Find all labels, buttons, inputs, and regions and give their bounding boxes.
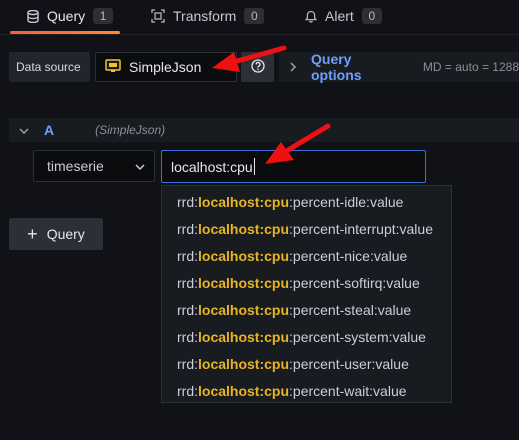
chevron-right-icon — [289, 59, 297, 75]
query-datasource-name: (SimpleJson) — [95, 123, 166, 137]
datasource-help-button[interactable] — [241, 52, 274, 82]
chevron-down-icon — [135, 158, 145, 174]
suggestion-dropdown: rrd: localhost:cpu:percent-idle:value rrd… — [161, 185, 452, 403]
tab-transform-label: Transform — [173, 8, 237, 24]
target-input[interactable]: localhost:cpu — [161, 150, 426, 183]
database-icon — [27, 9, 39, 23]
query-row-header[interactable]: A (SimpleJson) — [9, 118, 519, 142]
target-input-value: localhost:cpu — [171, 158, 253, 175]
tab-query[interactable]: Query 1 — [27, 0, 114, 32]
suggestion-item[interactable]: rrd: localhost:cpu:percent-steal:value — [162, 296, 451, 323]
query-options-summary: MD = auto = 1288 — [422, 60, 519, 74]
suggestion-item[interactable]: rrd: localhost:cpu:percent-idle:value — [162, 188, 451, 215]
text-caret — [253, 158, 255, 175]
datasource-selected: SimpleJson — [129, 59, 202, 75]
active-tab-indicator — [10, 31, 120, 34]
query-options-toggle[interactable]: Query options MD = auto = 1288 — [279, 51, 519, 83]
simplejson-icon — [105, 58, 121, 76]
chevron-down-icon[interactable] — [19, 122, 29, 138]
tab-transform[interactable]: Transform 0 — [151, 0, 265, 32]
plus-icon: + — [27, 224, 38, 244]
bell-icon — [305, 10, 317, 23]
add-query-button[interactable]: + Query — [9, 218, 103, 250]
question-circle-icon — [250, 58, 265, 76]
tab-alert-label: Alert — [325, 8, 354, 24]
suggestion-item[interactable]: rrd: localhost:cpu:percent-softirq:value — [162, 269, 451, 296]
tab-transform-count: 0 — [244, 8, 265, 24]
query-type-value: timeserie — [47, 158, 104, 174]
suggestion-item[interactable]: rrd: localhost:cpu:percent-wait:value — [162, 377, 451, 404]
tab-query-count: 1 — [93, 8, 114, 24]
suggestion-item[interactable]: rrd: localhost:cpu:percent-system:value — [162, 323, 451, 350]
suggestion-item[interactable]: rrd: localhost:cpu:percent-interrupt:valu… — [162, 215, 451, 242]
tab-alert[interactable]: Alert 0 — [305, 0, 382, 32]
query-ref-id[interactable]: A — [44, 122, 54, 138]
query-options-title: Query options — [311, 51, 362, 83]
add-query-label: Query — [46, 226, 85, 242]
transform-icon — [151, 9, 165, 23]
tab-query-label: Query — [47, 8, 86, 24]
datasource-picker[interactable]: SimpleJson — [95, 52, 237, 82]
tab-alert-count: 0 — [361, 8, 382, 24]
datasource-label: Data source — [9, 52, 90, 82]
suggestion-item[interactable]: rrd: localhost:cpu:percent-nice:value — [162, 242, 451, 269]
suggestion-item[interactable]: rrd: localhost:cpu:percent-user:value — [162, 350, 451, 377]
query-type-select[interactable]: timeserie — [33, 150, 155, 182]
